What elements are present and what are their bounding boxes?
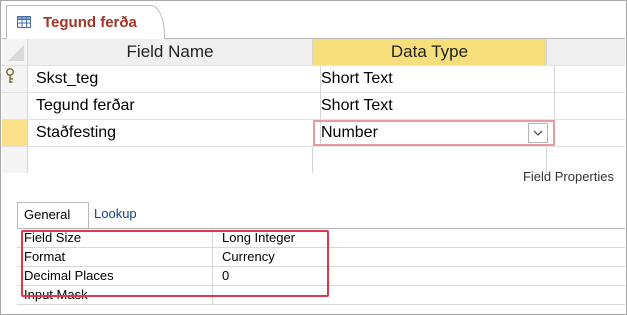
table-icon	[17, 16, 31, 28]
field-name-cell[interactable]: Staðfesting	[28, 120, 321, 146]
field-row[interactable]: Tegund ferðar Short Text	[2, 93, 625, 120]
property-sheet: Field Size Long Integer Format Currency …	[17, 228, 625, 305]
description-cell[interactable]	[547, 120, 625, 146]
field-name-header: Field Name	[28, 39, 313, 65]
document-tab-strip: Tegund ferða	[2, 2, 625, 39]
grid-header-row: Field Name Data Type	[2, 39, 625, 66]
field-name-cell[interactable]	[28, 147, 313, 173]
select-all-corner[interactable]	[2, 39, 28, 65]
data-type-cell[interactable]: Short Text	[313, 93, 555, 119]
row-selector[interactable]	[2, 66, 28, 92]
primary-key-icon	[6, 68, 14, 83]
highlight-box	[21, 230, 329, 297]
description-cell[interactable]	[547, 66, 625, 92]
data-type-cell[interactable]	[313, 147, 547, 173]
document-tab[interactable]: Tegund ferða	[6, 5, 165, 39]
field-properties-label: Field Properties	[522, 169, 614, 184]
row-selector[interactable]	[2, 93, 28, 119]
data-type-select[interactable]: Number	[313, 120, 555, 146]
document-tab-label: Tegund ferða	[43, 14, 137, 31]
row-selector-current[interactable]	[2, 120, 28, 146]
row-selector[interactable]	[2, 147, 28, 173]
field-row[interactable]: Skst_teg Short Text	[2, 66, 625, 93]
field-row-current[interactable]: Staðfesting Number	[2, 120, 625, 147]
field-name-cell[interactable]: Tegund ferðar	[28, 93, 321, 119]
data-type-value: Number	[321, 124, 378, 141]
data-type-cell[interactable]: Short Text	[313, 66, 555, 92]
data-type-dropdown-button[interactable]	[528, 123, 548, 143]
description-header	[547, 39, 625, 65]
tab-lookup[interactable]: Lookup	[88, 202, 160, 227]
chevron-down-icon	[533, 130, 543, 136]
tab-general[interactable]: General	[17, 202, 89, 229]
corner-triangle-icon	[8, 45, 24, 61]
table-design-window: Tegund ferða Field Name Data Type Skst_t…	[0, 0, 627, 315]
description-cell[interactable]	[547, 93, 625, 119]
field-name-cell[interactable]: Skst_teg	[28, 66, 321, 92]
data-type-header: Data Type	[313, 39, 547, 65]
